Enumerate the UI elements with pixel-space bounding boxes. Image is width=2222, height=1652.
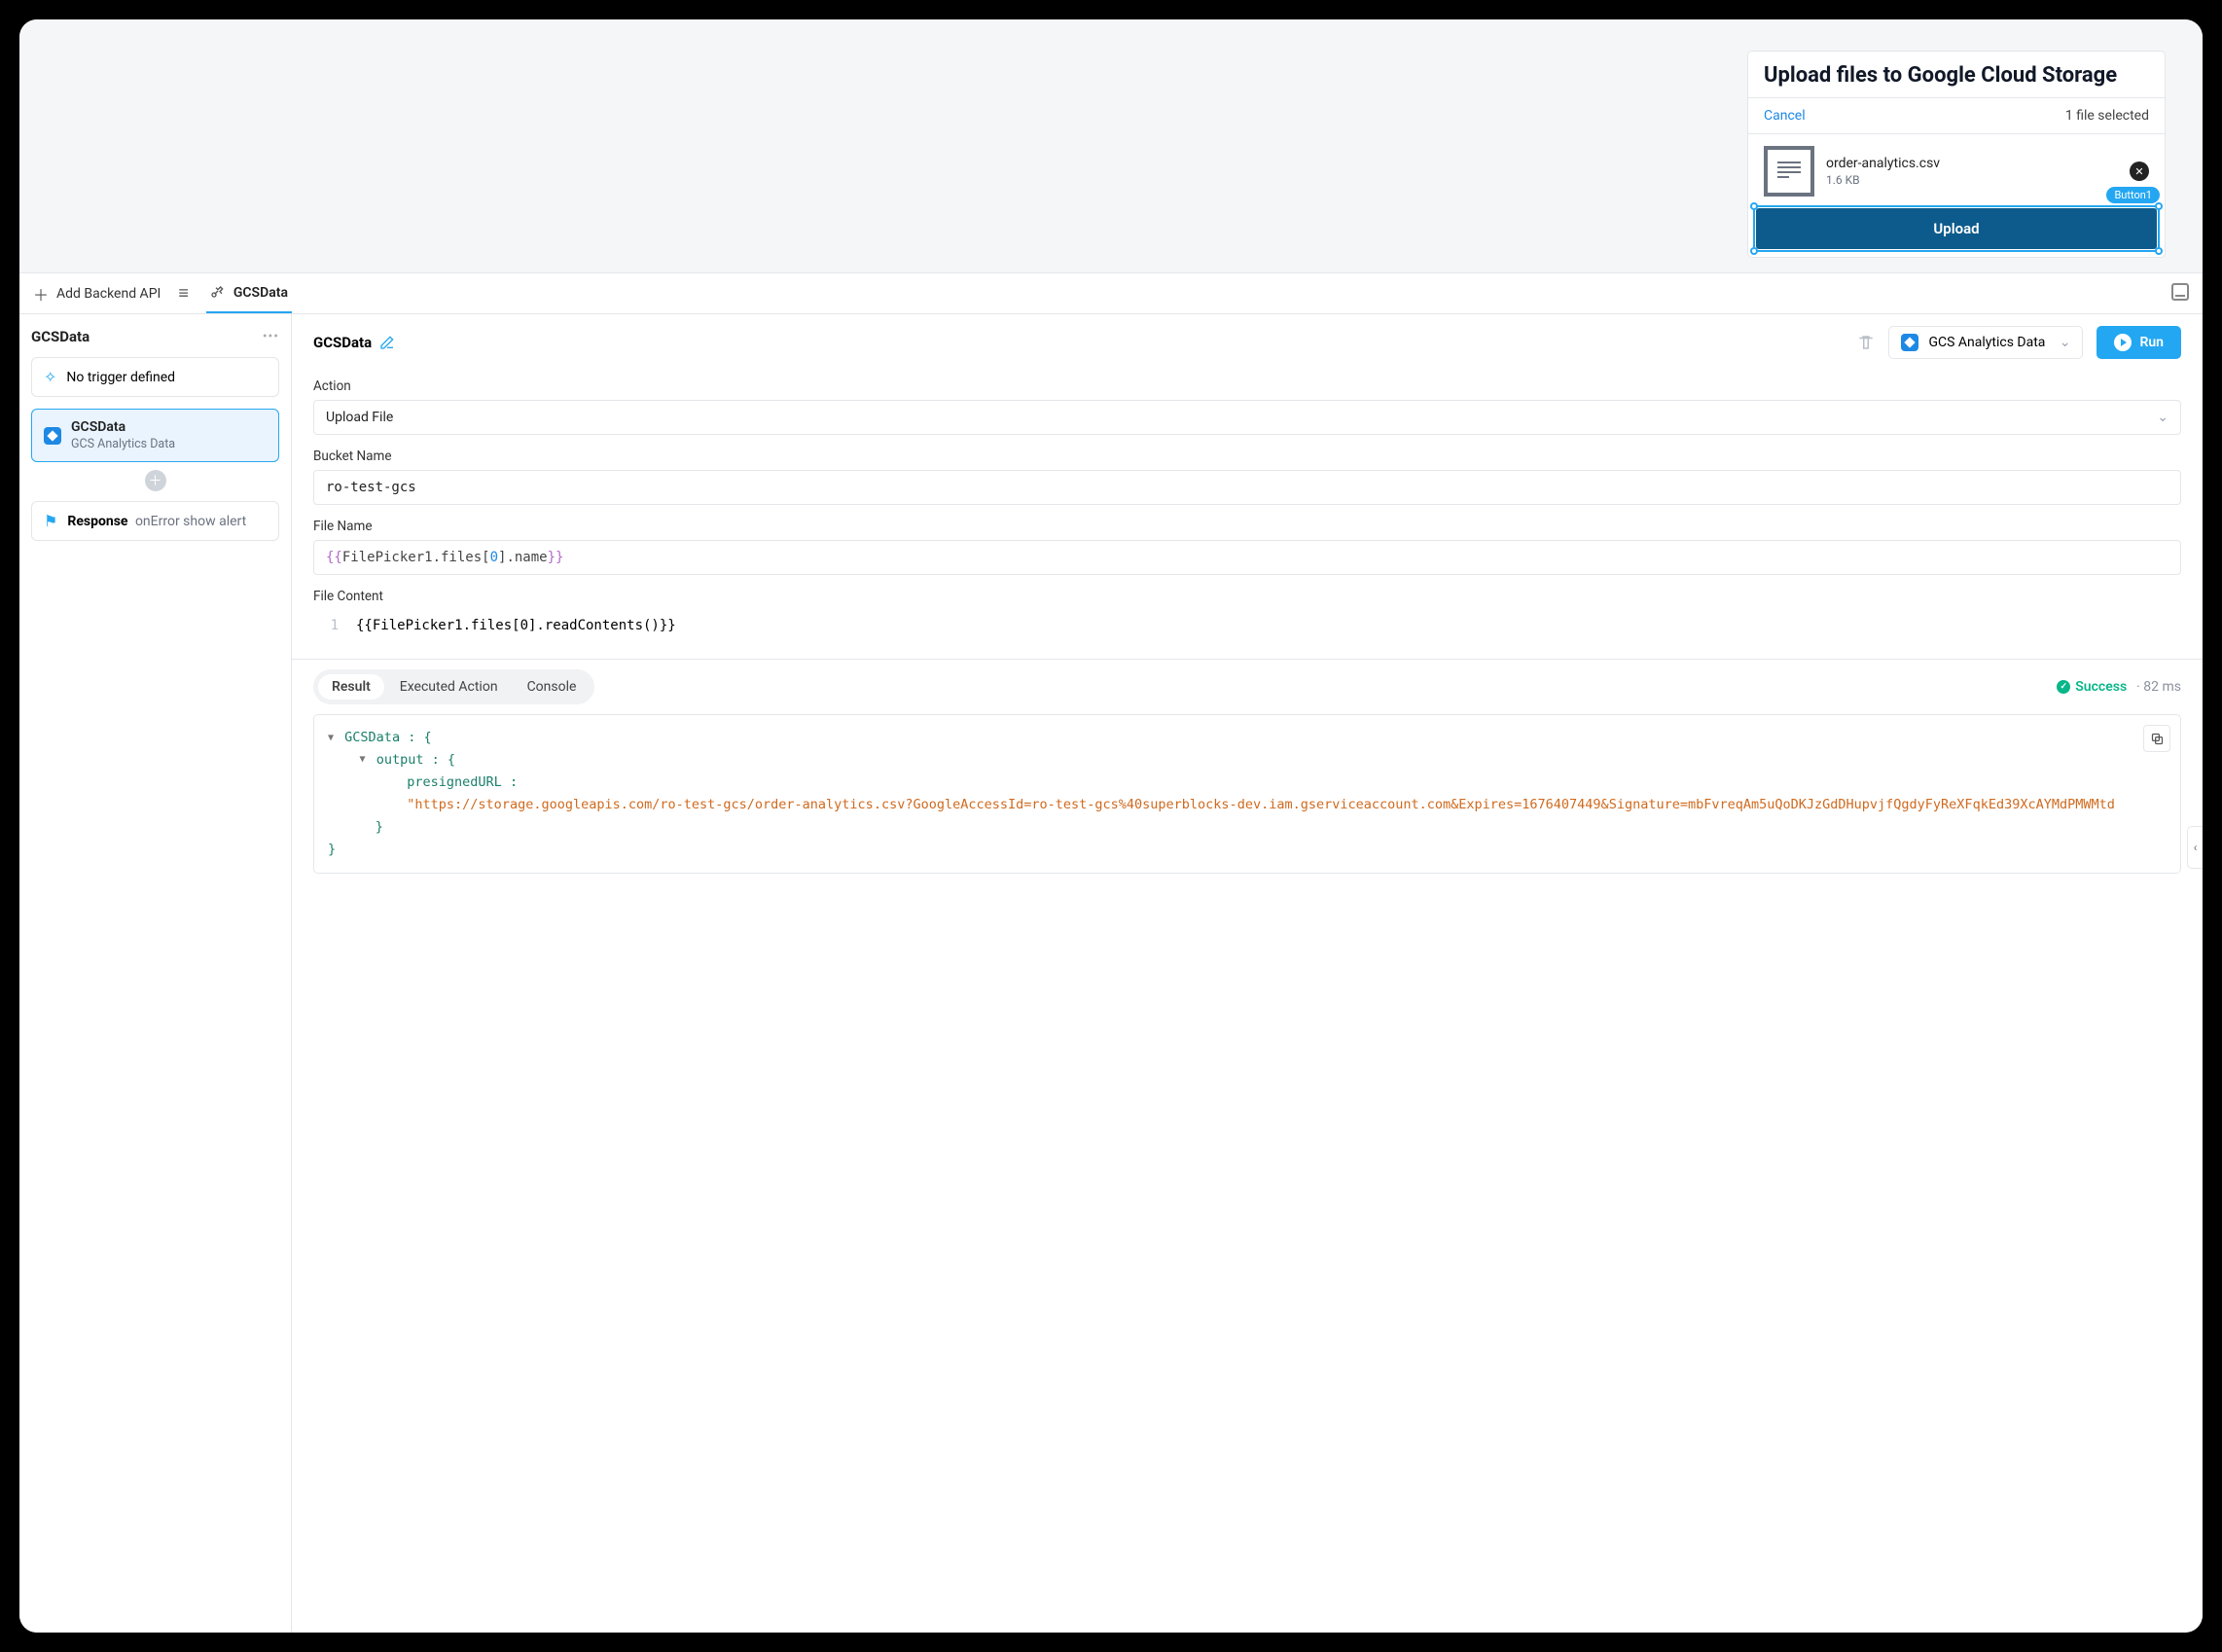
canvas-area: Upload files to Google Cloud Storage Can… [19,19,2203,272]
collapse-panel-icon[interactable] [2171,283,2189,301]
trigger-node[interactable]: ✧ No trigger defined [31,357,279,397]
content-value: {{FilePicker1.files[0].readContents()}} [356,618,676,633]
chevron-down-icon: ⌄ [2157,410,2168,425]
step-name: GCSData [71,419,175,435]
chevron-down-icon: ⌄ [2060,335,2071,350]
file-icon [1764,146,1814,197]
response-desc: onError show alert [135,514,246,529]
integration-name: GCS Analytics Data [1928,335,2045,350]
edit-name-icon[interactable] [379,335,395,350]
content-editor[interactable]: 1 {{FilePicker1.files[0].readContents()}… [313,610,2181,641]
tab-gcsdata[interactable]: GCSData [206,273,292,313]
action-value: Upload File [326,410,393,425]
filename-label: File Name [313,519,2181,534]
api-icon [210,283,226,303]
selection-tag: Button1 [2106,187,2160,203]
files-selected-count: 1 file selected [2065,108,2149,124]
run-label: Run [2139,335,2164,350]
content-label: File Content [313,589,2181,604]
file-item: order-analytics.csv 1.6 KB ✕ [1748,134,2165,208]
sidebar-more-icon[interactable]: ••• [263,329,279,344]
gcs-icon [44,427,61,445]
upload-card: Upload files to Google Cloud Storage Can… [1747,51,2166,258]
file-size: 1.6 KB [1826,173,2118,187]
step-integration: GCS Analytics Data [71,437,175,451]
steps-sidebar: GCSData ••• ✧ No trigger defined GCSData… [19,314,292,1633]
bucket-label: Bucket Name [313,449,2181,464]
api-tab-bar: ＋ Add Backend API ≡ GCSData [19,273,2203,314]
step-title: GCSData [313,334,372,351]
tab-executed-action[interactable]: Executed Action [386,674,512,700]
bucket-value: ro-test-gcs [326,480,416,495]
copy-icon[interactable] [2143,725,2170,752]
add-backend-api-button[interactable]: ＋ Add Backend API [33,282,161,305]
delete-step-icon[interactable] [1857,333,1875,352]
sidebar-title: GCSData [31,328,90,345]
step-node-gcsdata[interactable]: GCSData GCS Analytics Data [31,409,279,462]
main-panel: GCSData GCS Analytics Data ⌄ Run [292,314,2203,1633]
plus-icon: ＋ [33,282,49,305]
gcs-icon [1901,334,1918,351]
filename-input[interactable]: {{FilePicker1.files[0].name}} [313,540,2181,575]
action-select[interactable]: Upload File ⌄ [313,400,2181,435]
tab-result[interactable]: Result [318,674,384,700]
response-label: Response [67,514,127,529]
run-button[interactable]: Run [2097,326,2181,359]
file-name: order-analytics.csv [1826,156,2118,171]
api-list-menu-icon[interactable]: ≡ [178,283,189,304]
add-backend-api-label: Add Backend API [56,286,161,302]
upload-title: Upload files to Google Cloud Storage [1748,52,2165,97]
upload-button[interactable]: Upload [1756,208,2157,249]
right-panel-toggle[interactable]: ‹ [2187,826,2203,869]
bucket-input[interactable]: ro-test-gcs [313,470,2181,505]
status-success: Success [2075,679,2127,695]
remove-file-icon[interactable]: ✕ [2130,162,2149,181]
tab-label: GCSData [233,285,288,301]
tab-console[interactable]: Console [514,674,591,700]
action-label: Action [313,378,2181,394]
add-step-button[interactable]: ＋ [145,470,166,491]
result-tabs: Result Executed Action Console [313,669,594,704]
line-number: 1 [325,618,339,633]
trigger-label: No trigger defined [66,370,175,385]
response-node[interactable]: ⚑ Response onError show alert [31,501,279,541]
success-icon: ✓ [2057,680,2070,694]
duration: 82 ms [2143,679,2181,695]
bolt-icon: ✧ [44,368,56,386]
integration-select[interactable]: GCS Analytics Data ⌄ [1888,326,2083,359]
play-icon [2114,334,2132,351]
result-output: ▼ GCSData : { ▼ output : { presignedURL … [313,714,2181,874]
flag-icon: ⚑ [44,512,57,530]
cancel-button[interactable]: Cancel [1764,108,1806,124]
